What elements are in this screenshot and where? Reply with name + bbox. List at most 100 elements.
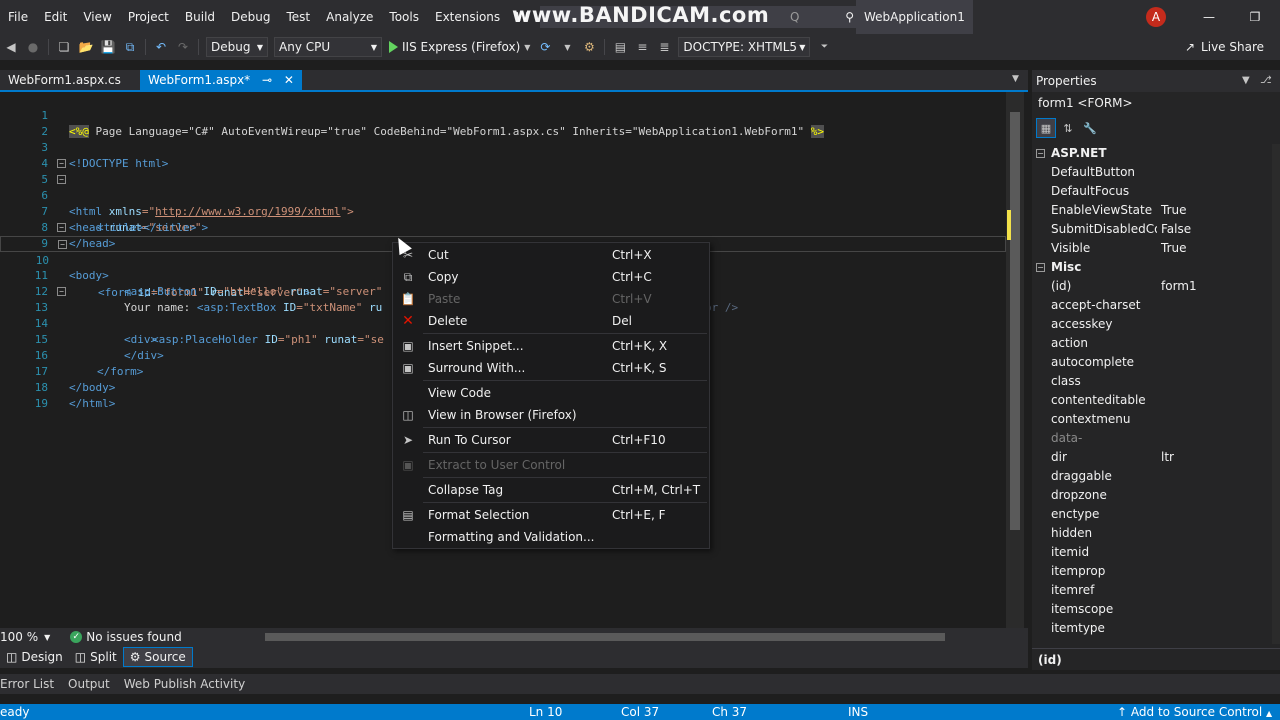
property-row[interactable]: autocomplete [1032,353,1272,372]
property-row[interactable]: itemref [1032,581,1272,600]
browser-link-icon[interactable]: ⚙ [578,37,600,57]
menu-window[interactable]: W [508,0,536,34]
close-icon[interactable]: ✕ [284,73,294,87]
search-box[interactable]: Q ⚲ [540,6,861,28]
chevron-down-icon[interactable]: ▼ [556,37,578,57]
property-value[interactable]: False [1161,220,1191,239]
pin-icon[interactable]: ⊸ [262,73,272,87]
issues-indicator[interactable]: ✓ No issues found [70,630,182,644]
property-row[interactable]: Visible True [1032,239,1272,258]
menu-view[interactable]: View [75,0,119,34]
live-share-button[interactable]: ↗ Live Share [1185,34,1264,60]
selected-object[interactable]: form1 <FORM> [1038,96,1133,110]
tab-split[interactable]: ◫ Split [69,647,123,667]
collapse-icon[interactable]: − [58,240,67,249]
collapse-icon[interactable]: − [57,223,66,232]
menu-file[interactable]: File [0,0,36,34]
menu-item-insert-snippet[interactable]: ▣ Insert Snippet... Ctrl+K, X [393,335,709,357]
menu-item-view-code[interactable]: View Code [393,382,709,404]
doctype-dropdown[interactable]: DOCTYPE: XHTML5 ▼ [678,37,811,57]
menu-test[interactable]: Test [278,0,318,34]
platform-dropdown[interactable]: Any CPU ▼ [274,37,382,57]
property-row[interactable]: itemid [1032,543,1272,562]
tab-error-list[interactable]: Error List [0,677,61,691]
property-row[interactable]: action [1032,334,1272,353]
alphabetical-icon[interactable]: ⇅ [1058,118,1078,138]
toolbar-overflow-icon[interactable]: ⏷ [813,37,835,57]
tab-webform1-aspx-cs[interactable]: WebForm1.aspx.cs [0,70,129,90]
property-row[interactable]: hidden [1032,524,1272,543]
chevron-down-icon[interactable]: ▼ [44,633,50,642]
editor-vertical-scrollbar[interactable] [1006,92,1024,628]
menu-item-cut[interactable]: ✂ Cut Ctrl+X [393,244,709,266]
menu-item-formatting-validation[interactable]: Formatting and Validation... [393,526,709,548]
property-row[interactable]: itemscope [1032,600,1272,619]
tab-webform1-aspx[interactable]: WebForm1.aspx* ⊸ ✕ [140,70,302,90]
property-row[interactable]: dropzone [1032,486,1272,505]
collapse-icon[interactable]: − [57,175,66,184]
minimize-icon[interactable]: — [1186,0,1232,34]
menu-item-format-selection[interactable]: ▤ Format Selection Ctrl+E, F [393,504,709,526]
property-value[interactable]: True [1161,239,1187,258]
chevron-down-icon[interactable]: ▼ [524,43,530,52]
tab-web-publish-activity[interactable]: Web Publish Activity [117,677,252,691]
indent-icon[interactable]: ≡ [631,37,653,57]
tab-source[interactable]: ⚙ Source [122,647,193,667]
scrollbar-thumb[interactable] [1010,112,1020,530]
collapse-icon[interactable]: − [57,287,66,296]
property-row[interactable]: EnableViewState True [1032,201,1272,220]
menu-item-collapse-tag[interactable]: Collapse Tag Ctrl+M, Ctrl+T [393,479,709,501]
search-icon[interactable]: ⚲ [845,10,854,24]
menu-tools[interactable]: Tools [381,0,427,34]
property-row[interactable]: itemprop [1032,562,1272,581]
collapse-icon[interactable]: − [1036,149,1045,158]
collapse-icon[interactable]: − [1036,263,1045,272]
save-all-icon[interactable]: ⧉ [119,37,141,57]
scrollbar-thumb[interactable] [265,633,945,641]
menu-debug[interactable]: Debug [223,0,278,34]
save-icon[interactable]: 💾 [97,37,119,57]
category-aspnet[interactable]: − ASP.NET [1032,144,1272,163]
category-misc[interactable]: − Misc [1032,258,1272,277]
menu-build[interactable]: Build [177,0,223,34]
chevron-down-icon[interactable]: ▼ [1242,70,1250,92]
properties-scrollbar[interactable] [1272,144,1280,644]
property-row[interactable]: accesskey [1032,315,1272,334]
menu-analyze[interactable]: Analyze [318,0,381,34]
outdent-icon[interactable]: ≣ [653,37,675,57]
refresh-icon[interactable]: ⟳ [534,37,556,57]
menu-item-view-in-browser[interactable]: ◫ View in Browser (Firefox) [393,404,709,426]
menu-extensions[interactable]: Extensions [427,0,508,34]
property-row[interactable]: contenteditable [1032,391,1272,410]
property-row[interactable]: SubmitDisabledControls False [1032,220,1272,239]
start-debugging-button[interactable]: IIS Express (Firefox) ▼ [385,40,534,54]
property-row[interactable]: data- [1032,429,1272,448]
property-row[interactable]: enctype [1032,505,1272,524]
navigate-forward-icon[interactable]: ● [22,37,44,57]
pin-icon[interactable]: ⎇ [1260,70,1272,92]
source-control-button[interactable]: ↑ Add to Source Control ▲ [1117,704,1272,720]
property-row[interactable]: contextmenu [1032,410,1272,429]
navigate-back-icon[interactable]: ◀ [0,37,22,57]
property-row[interactable]: DefaultButton [1032,163,1272,182]
open-file-icon[interactable]: 📂 [75,37,97,57]
property-row[interactable]: accept-charset [1032,296,1272,315]
property-row[interactable]: itemtype [1032,619,1272,638]
zoom-level[interactable]: 100 % [0,630,38,644]
property-value[interactable]: form1 [1161,277,1197,296]
undo-icon[interactable]: ↶ [150,37,172,57]
property-pages-icon[interactable]: 🔧 [1080,118,1100,138]
user-avatar[interactable]: A [1146,7,1166,27]
categorized-icon[interactable]: ▦ [1036,118,1056,138]
menu-item-run-to-cursor[interactable]: ➤ Run To Cursor Ctrl+F10 [393,429,709,451]
collapse-icon[interactable]: − [57,159,66,168]
tab-list-dropdown-icon[interactable]: ▼ [1012,74,1019,84]
property-row[interactable]: dir ltr [1032,448,1272,467]
configuration-dropdown[interactable]: Debug ▼ [206,37,268,57]
property-value[interactable]: True [1161,201,1187,220]
comment-icon[interactable]: ▤ [609,37,631,57]
menu-item-delete[interactable]: ✕ Delete Del [393,310,709,332]
menu-item-surround-with[interactable]: ▣ Surround With... Ctrl+K, S [393,357,709,379]
property-row[interactable]: (id) form1 [1032,277,1272,296]
restore-icon[interactable]: ❐ [1232,0,1278,34]
